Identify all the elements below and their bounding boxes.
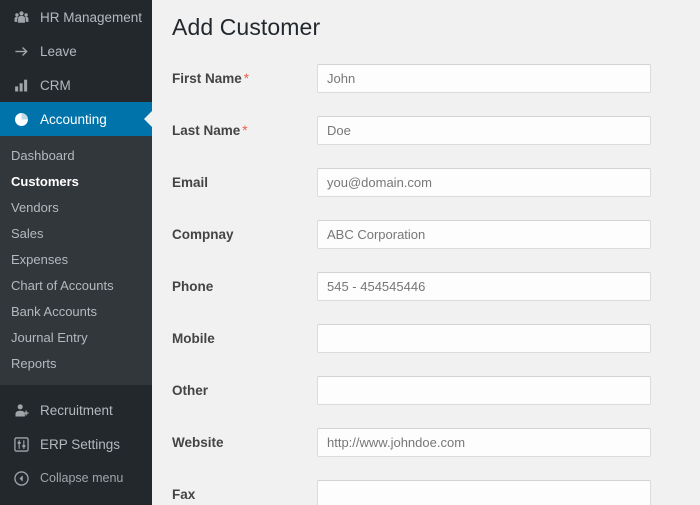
- input-first-name[interactable]: [317, 63, 651, 93]
- sidebar-item-recruitment[interactable]: Recruitment: [0, 393, 152, 427]
- user-plus-icon: [11, 400, 31, 420]
- submenu-item-customers[interactable]: Customers: [0, 169, 152, 195]
- label-fax: Fax: [172, 487, 317, 502]
- label-mobile: Mobile: [172, 331, 317, 346]
- sidebar-item-accounting[interactable]: Accounting: [0, 102, 152, 136]
- sliders-icon: [11, 434, 31, 454]
- bar-chart-icon: [11, 75, 31, 95]
- input-phone[interactable]: [317, 271, 651, 301]
- collapse-menu-label: Collapse menu: [40, 471, 124, 485]
- form-row-compnay: Compnay: [172, 219, 700, 249]
- submenu-item-journal-entry[interactable]: Journal Entry: [0, 325, 152, 351]
- label-other: Other: [172, 383, 317, 398]
- sidebar-item-label: CRM: [40, 77, 71, 93]
- sidebar-item-crm[interactable]: CRM: [0, 68, 152, 102]
- label-text: Other: [172, 382, 209, 398]
- label-text: Website: [172, 434, 224, 450]
- label-first-name: First Name *: [172, 71, 317, 86]
- label-text: Last Name: [172, 122, 241, 138]
- main-content: Add Customer First Name*Last Name*EmailC…: [152, 0, 700, 505]
- label-text: Fax: [172, 486, 196, 502]
- label-text: Phone: [172, 278, 214, 294]
- sidebar-item-label: ERP Settings: [40, 436, 121, 452]
- label-email: Email: [172, 175, 317, 190]
- form-row-website: Website: [172, 427, 700, 457]
- sidebar: HR Management Leave CRM Accounting Dashboar…: [0, 0, 152, 505]
- page-title: Add Customer: [172, 14, 321, 40]
- sidebar-item-label: HR Management: [40, 9, 143, 25]
- form-row-email: Email: [172, 167, 700, 197]
- sidebar-item-leave[interactable]: Leave: [0, 34, 152, 68]
- add-customer-form: First Name*Last Name*EmailCompnayPhoneMo…: [172, 63, 700, 505]
- label-compnay: Compnay: [172, 227, 317, 242]
- form-row-phone: Phone: [172, 271, 700, 301]
- submenu-item-chart-of-accounts[interactable]: Chart of Accounts: [0, 273, 152, 299]
- sidebar-item-hr-management[interactable]: HR Management: [0, 0, 152, 34]
- required-marker: *: [242, 122, 248, 138]
- form-row-first-name: First Name *: [172, 63, 700, 93]
- sidebar-item-label: Leave: [40, 43, 77, 59]
- submenu-item-reports[interactable]: Reports: [0, 351, 152, 377]
- input-other[interactable]: [317, 375, 651, 405]
- collapse-menu-button[interactable]: Collapse menu: [0, 461, 152, 495]
- label-phone: Phone: [172, 279, 317, 294]
- input-last-name[interactable]: [317, 115, 651, 145]
- submenu-item-vendors[interactable]: Vendors: [0, 195, 152, 221]
- sidebar-bottom-nav: Recruitment ERP Settings: [0, 385, 152, 461]
- accounting-submenu: Dashboard Customers Vendors Sales Expenses Ch…: [0, 136, 152, 385]
- sidebar-item-label: Accounting: [40, 111, 107, 127]
- form-row-other: Other: [172, 375, 700, 405]
- submenu-item-expenses[interactable]: Expenses: [0, 247, 152, 273]
- form-row-last-name: Last Name *: [172, 115, 700, 145]
- input-fax[interactable]: [317, 479, 651, 505]
- chevron-left-circle-icon: [11, 468, 31, 488]
- sidebar-item-erp-settings[interactable]: ERP Settings: [0, 427, 152, 461]
- required-marker: *: [243, 70, 250, 86]
- label-last-name: Last Name *: [172, 123, 317, 138]
- label-text: First Name: [172, 70, 242, 86]
- form-row-mobile: Mobile: [172, 323, 700, 353]
- input-compnay[interactable]: [317, 219, 651, 249]
- input-email[interactable]: [317, 167, 651, 197]
- input-website[interactable]: [317, 427, 651, 457]
- submenu-item-sales[interactable]: Sales: [0, 221, 152, 247]
- sidebar-item-label: Recruitment: [40, 402, 113, 418]
- label-text: Compnay: [172, 226, 234, 242]
- label-website: Website: [172, 435, 317, 450]
- arrow-right-icon: [11, 41, 31, 61]
- input-mobile[interactable]: [317, 323, 651, 353]
- submenu-item-dashboard[interactable]: Dashboard: [0, 143, 152, 169]
- form-row-fax: Fax: [172, 479, 700, 505]
- label-text: Mobile: [172, 330, 215, 346]
- submenu-item-bank-accounts[interactable]: Bank Accounts: [0, 299, 152, 325]
- sidebar-top-nav: HR Management Leave CRM Accounting: [0, 0, 152, 136]
- label-text: Email: [172, 174, 209, 190]
- pie-chart-icon: [11, 109, 31, 129]
- group-users-icon: [11, 7, 31, 27]
